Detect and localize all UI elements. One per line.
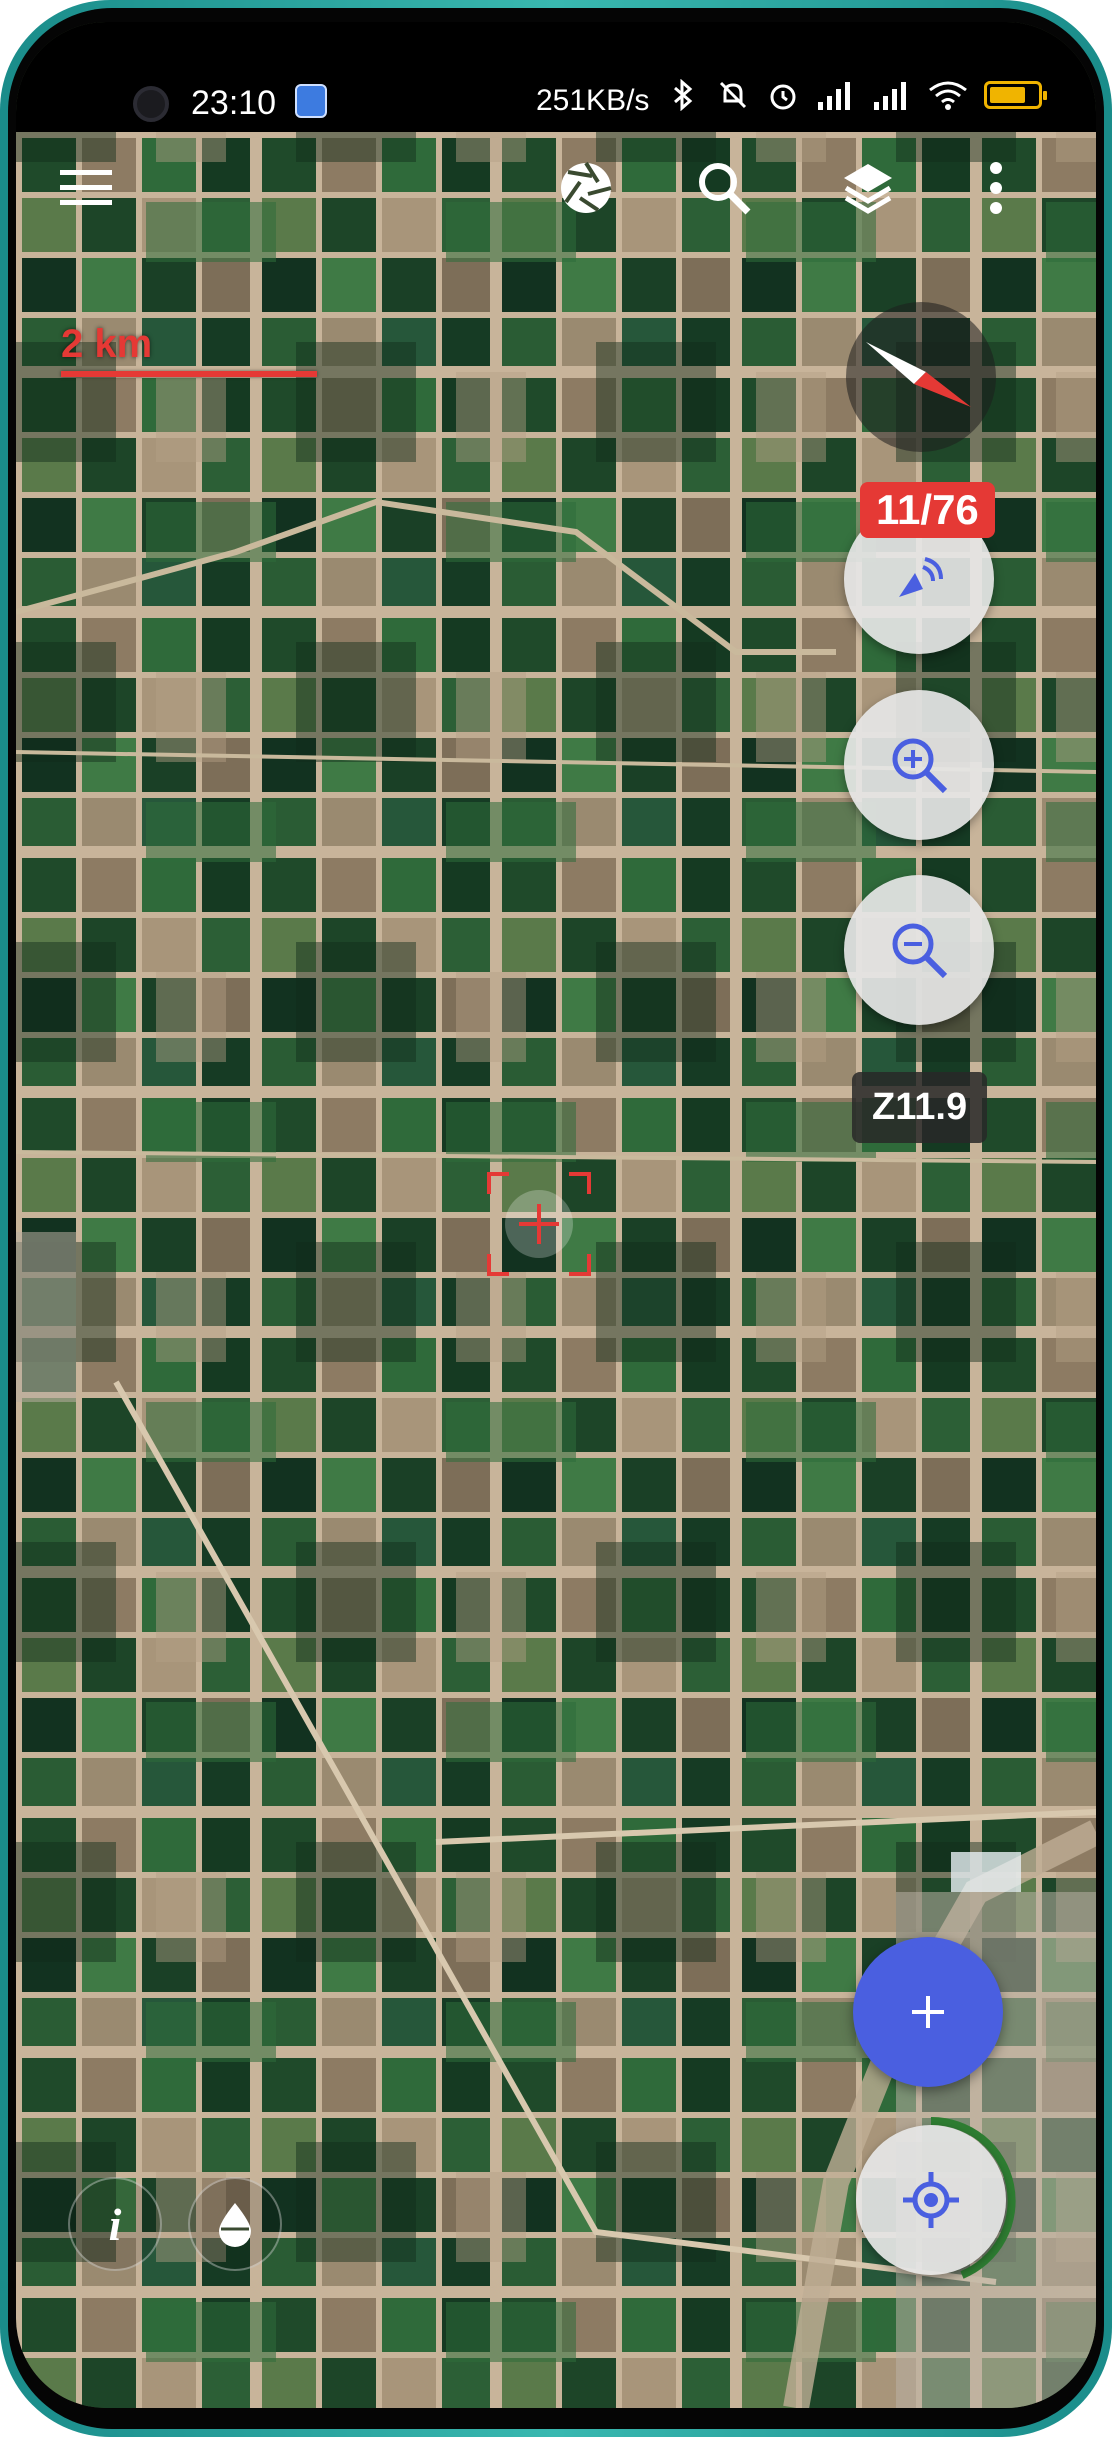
map-scale: 2 km	[61, 322, 317, 377]
screen: 23:10 251KB/s 2 km 11/76 Z11.9 i	[16, 22, 1096, 2408]
zoom-level-label: Z11.9	[852, 1072, 988, 1143]
crosshair-icon	[487, 1172, 591, 1276]
front-camera	[133, 86, 169, 122]
info-button[interactable]: i	[68, 2177, 162, 2271]
wifi-icon	[928, 78, 968, 112]
zoom-out-button[interactable]	[844, 875, 994, 1025]
status-time: 23:10	[191, 84, 277, 122]
layers-icon	[844, 164, 892, 214]
scale-line	[61, 371, 317, 377]
more-button[interactable]	[971, 148, 1021, 228]
search-icon	[699, 163, 751, 215]
add-button[interactable]	[853, 1937, 1003, 2087]
satellite-icon	[899, 557, 943, 597]
search-button[interactable]	[684, 148, 764, 228]
zoom-in-icon	[892, 738, 948, 794]
signal-icon	[872, 78, 912, 112]
compass-button[interactable]	[846, 302, 996, 452]
battery-icon	[984, 81, 1047, 109]
water-drop-icon	[219, 2203, 251, 2247]
network-speed: 251KB/s	[536, 84, 650, 117]
status-bar: 23:10 251KB/s	[16, 22, 1096, 132]
scale-label: 2 km	[61, 322, 153, 366]
signal-icon	[816, 78, 856, 112]
info-icon: i	[108, 2198, 122, 2250]
my-location-button[interactable]	[856, 2125, 1006, 2275]
layers-button[interactable]	[828, 148, 908, 228]
bluetooth-icon	[666, 78, 700, 112]
water-button[interactable]	[188, 2177, 282, 2271]
menu-icon	[60, 170, 112, 205]
battery-fill	[990, 87, 1025, 103]
zoom-out-icon	[892, 923, 948, 979]
menu-button[interactable]	[46, 148, 126, 228]
satellites-badge: 11/76	[860, 482, 995, 538]
aperture-icon	[561, 161, 612, 213]
alarm-icon	[766, 78, 800, 112]
status-icons	[666, 78, 1047, 112]
aperture-button[interactable]	[546, 148, 626, 228]
compass-icon	[866, 342, 971, 407]
my-location-icon	[903, 2172, 959, 2228]
plus-icon	[912, 1996, 944, 2028]
map-toolbar	[16, 132, 1096, 252]
zoom-in-button[interactable]	[844, 690, 994, 840]
map-crosshair	[484, 1169, 594, 1279]
shield-icon	[295, 84, 327, 118]
more-vert-icon	[990, 162, 1002, 214]
notifications-off-icon	[716, 78, 750, 112]
